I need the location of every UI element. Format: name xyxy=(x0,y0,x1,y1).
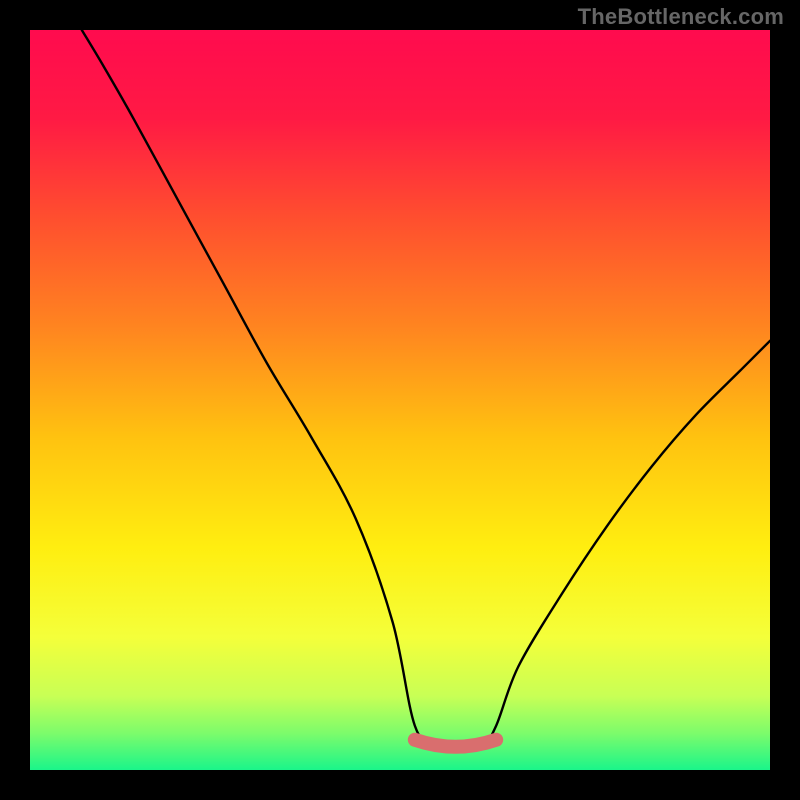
chart-frame: TheBottleneck.com xyxy=(0,0,800,800)
chart-area xyxy=(30,30,770,770)
chart-svg xyxy=(30,30,770,770)
optimal-range-marker xyxy=(415,740,496,747)
watermark-text: TheBottleneck.com xyxy=(578,4,784,30)
